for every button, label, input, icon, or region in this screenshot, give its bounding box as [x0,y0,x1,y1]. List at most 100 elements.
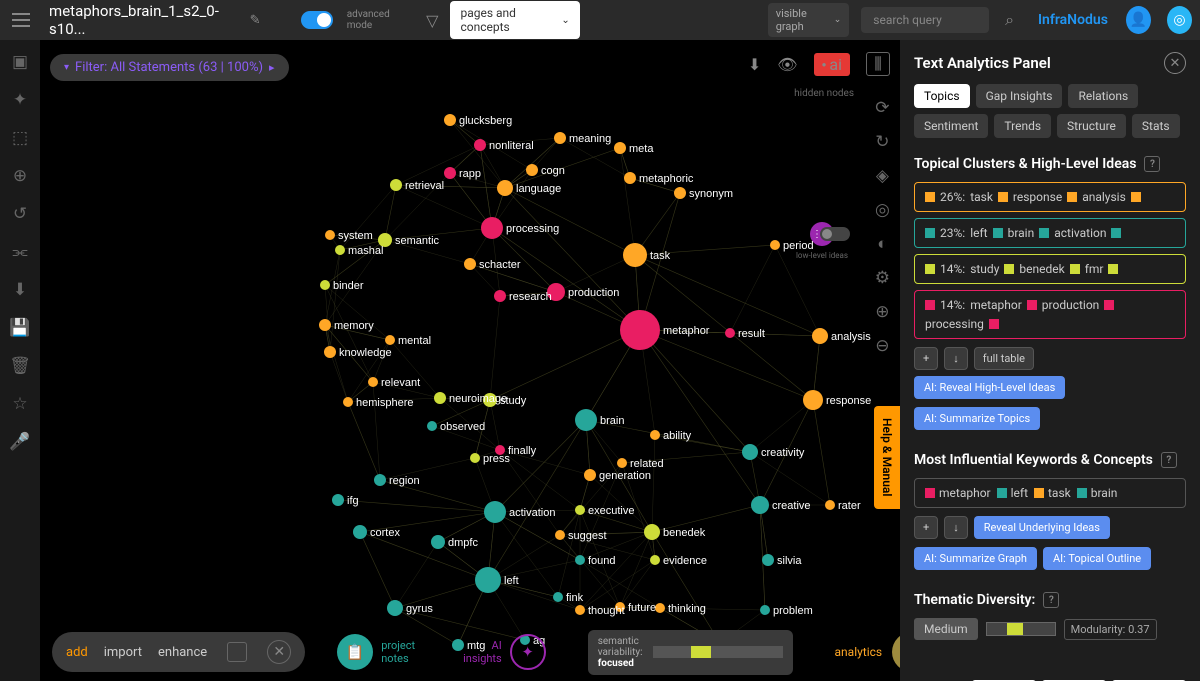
svg-text:schacter: schacter [479,259,521,271]
network-graph[interactable]: metaphortaskbrainleftactivationprocessin… [80,80,880,660]
full-table-button[interactable]: full table [974,347,1034,370]
topical-outline-button[interactable]: AI: Topical Outline [1043,547,1151,570]
cluster-item[interactable]: 14%: study benedek fmr [914,254,1186,284]
edit-icon[interactable]: ✎ [250,13,261,28]
panel-title: Text Analytics Panel [914,54,1186,72]
diversity-title: Thematic Diversity:? [914,592,1186,608]
svg-text:retrieval: retrieval [405,180,444,192]
keywords-title: Most Influential Keywords & Concepts? [914,452,1186,468]
svg-text:response: response [826,395,871,407]
eye-icon[interactable]: 👁 [777,55,797,74]
trash-icon[interactable]: 🗑 [9,356,31,376]
mic-icon[interactable]: 🎤 [9,432,30,452]
search-input[interactable]: search query [861,7,989,33]
expand-button[interactable]: + [914,347,938,370]
diversity-value: Medium [914,618,978,640]
svg-text:hemisphere: hemisphere [356,397,413,409]
add-button[interactable]: add [66,645,88,660]
enhance-button[interactable]: enhance [158,645,207,660]
ai-insights-icon[interactable]: ✦ [510,634,546,670]
tab-topics[interactable]: Topics [914,84,970,108]
svg-text:production: production [568,287,619,299]
reveal-underlying-button[interactable]: Reveal Underlying Ideas [974,516,1110,539]
svg-text:thought: thought [588,605,625,617]
tab-trends[interactable]: Trends [994,114,1051,138]
svg-text:mental: mental [398,335,431,347]
summarize-graph-button[interactable]: AI: Summarize Graph [914,547,1037,570]
svg-text:synonym: synonym [689,188,733,200]
expand-button[interactable]: + [914,516,938,539]
reveal-ideas-button[interactable]: AI: Reveal High-Level Ideas [914,376,1065,399]
ai-badge[interactable]: ai [814,53,850,76]
document-title: metaphors_brain_1_s2_0-s10... [49,2,234,38]
graph-canvas[interactable]: ▾ Filter: All Statements (63 | 100%) ▸ ⬇… [40,40,900,681]
close-pill-icon[interactable]: ✕ [267,640,291,664]
wand-icon[interactable]: ✦ [13,90,27,110]
tab-structure[interactable]: Structure [1057,114,1126,138]
tab-sentiment[interactable]: Sentiment [914,114,988,138]
svg-text:cortex: cortex [370,527,400,539]
expand-icon[interactable] [227,642,247,662]
tab-stats[interactable]: Stats [1132,114,1180,138]
svg-text:mashal: mashal [348,245,383,257]
svg-text:relevant: relevant [381,377,420,389]
history-icon[interactable]: ↺ [13,204,27,224]
advanced-mode-toggle[interactable] [301,11,333,29]
svg-text:memory: memory [334,320,374,332]
help-avatar[interactable]: ◎ [1167,6,1192,34]
share-icon[interactable]: ⫘ [12,242,27,262]
star-icon[interactable]: ☆ [12,394,27,414]
sort-button[interactable]: ↓ [944,347,968,370]
svg-text:activation: activation [509,507,555,519]
cluster-item[interactable]: 23%: left brain activation [914,218,1186,248]
svg-text:ability: ability [663,430,692,442]
svg-text:system: system [338,230,373,242]
scope-dropdown[interactable]: pages and concepts⌄ [450,1,579,39]
project-notes-label: projectnotes [381,639,415,665]
semantic-variability-box[interactable]: semanticvariability:focused [588,630,793,675]
modularity-label: Modularity: 0.37 [1064,619,1157,640]
filter-bar[interactable]: ▾ Filter: All Statements (63 | 100%) ▸ [50,54,289,81]
svg-text:semantic: semantic [395,235,440,247]
left-sidebar: ▣ ✦ ⬚ ⊕ ↺ ⫘ ⬇ 💾 🗑 ☆ 🎤 [0,40,40,681]
svg-text:neuroimage: neuroimage [449,393,507,405]
panel-close-icon[interactable]: ✕ [1164,52,1186,74]
export-icon[interactable]: ⬇ [748,55,761,74]
svg-text:brain: brain [600,415,624,427]
download-icon[interactable]: ⬇ [13,280,27,300]
user-avatar[interactable]: 👤 [1126,6,1151,34]
card-icon[interactable]: ▣ [12,52,28,72]
cluster-item[interactable]: 26%: task response analysis [914,182,1186,212]
input-pill: add import enhance ✕ [52,632,305,672]
analytics-label[interactable]: analytics [835,645,883,659]
visible-graph-dropdown[interactable]: visible graph⌄ [768,3,850,37]
diversity-bar [986,622,1056,636]
project-notes-icon[interactable]: 📋 [337,634,373,670]
search-icon[interactable]: ⌕ [1005,10,1014,30]
svg-text:found: found [588,555,616,567]
help-icon[interactable]: ? [1144,156,1160,172]
tab-relations[interactable]: Relations [1068,84,1138,108]
menu-icon[interactable] [8,6,33,34]
svg-text:finally: finally [508,445,537,457]
globe-icon[interactable]: ⊕ [13,166,27,186]
import-button[interactable]: import [104,645,142,660]
summarize-topics-button[interactable]: AI: Summarize Topics [914,407,1040,430]
cluster-item[interactable]: 14%: metaphor production processing [914,290,1186,339]
svg-text:thinking: thinking [668,603,706,615]
svg-text:binder: binder [333,280,364,292]
svg-text:metaphoric: metaphoric [639,173,694,185]
ai-insights-label: AIinsights [463,639,502,665]
tab-gap-insights[interactable]: Gap Insights [976,84,1063,108]
help-icon[interactable]: ? [1161,452,1177,468]
sort-button[interactable]: ↓ [944,516,968,539]
chart-icon[interactable]: ⫼ [866,52,890,76]
clusters-title: Topical Clusters & High-Level Ideas? [914,156,1186,172]
text-analytics-panel: ✕ Text Analytics Panel TopicsGap Insight… [900,40,1200,681]
select-icon[interactable]: ⬚ [12,128,28,148]
filter-icon[interactable]: ▽ [426,11,438,30]
save-icon[interactable]: 💾 [9,318,30,338]
svg-text:dmpfc: dmpfc [448,537,478,549]
help-icon[interactable]: ? [1043,592,1059,608]
svg-text:metaphor: metaphor [663,325,710,337]
